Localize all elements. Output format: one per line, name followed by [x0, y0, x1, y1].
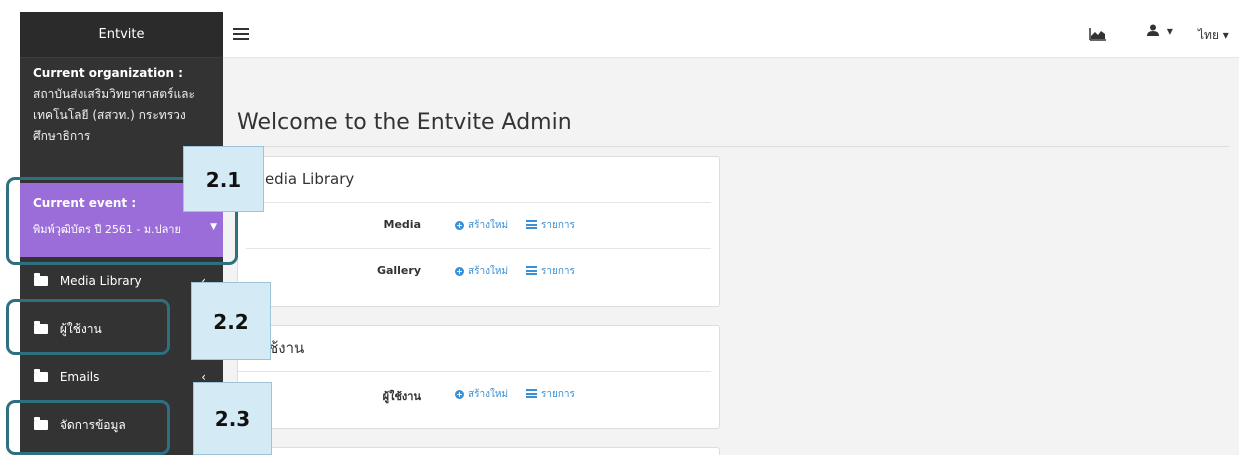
- admin-page: Entvite Current organization : สถาบันส่ง…: [0, 0, 1239, 455]
- user-menu[interactable]: ▾: [1147, 24, 1173, 38]
- sidebar-item-label: Emails: [59, 370, 100, 384]
- panel-row-media: Media + สร้างใหม่ รายการ: [246, 203, 711, 249]
- create-new-link[interactable]: + สร้างใหม่: [455, 218, 508, 233]
- highlight-ring-data: [6, 400, 170, 455]
- callout-label: 2.3: [193, 382, 272, 455]
- folder-icon: [34, 273, 48, 286]
- row-name: ผู้ใช้งาน: [382, 390, 421, 403]
- folder-icon: [34, 369, 48, 382]
- list-link[interactable]: รายการ: [526, 218, 575, 233]
- panel-next: [237, 447, 720, 455]
- panel-media-library: Media Library Media + สร้างใหม่ รายการ Ga…: [237, 156, 720, 307]
- language-dropdown[interactable]: ไทย ▾: [1198, 26, 1229, 45]
- sidebar-item-label: Media Library: [59, 274, 142, 288]
- divider: [237, 146, 1229, 147]
- hamburger-icon[interactable]: [233, 28, 249, 41]
- page-title: Welcome to the Entvite Admin: [237, 110, 572, 135]
- caret-down-icon: ▾: [1166, 24, 1173, 38]
- callout-label: 2.2: [191, 282, 271, 360]
- app-title[interactable]: Entvite: [20, 12, 223, 58]
- main-content: Welcome to the Entvite Admin Media Libra…: [223, 58, 1239, 455]
- panel-title: Media Library: [238, 157, 711, 203]
- plus-circle-icon: +: [455, 267, 464, 276]
- panel-users: ผู้ใช้งาน ผู้ใช้งาน + สร้างใหม่ รายการ: [237, 325, 720, 429]
- organization-label: Current organization :: [33, 66, 183, 80]
- panel-title: ผู้ใช้งาน: [238, 326, 711, 372]
- row-name: Gallery: [376, 264, 421, 277]
- top-navbar: ▾ ไทย ▾: [223, 12, 1239, 58]
- callout-label: 2.1: [183, 146, 264, 212]
- panel-row-users: ผู้ใช้งาน + สร้างใหม่ รายการ: [246, 372, 711, 418]
- plus-circle-icon: +: [455, 390, 464, 399]
- list-icon: [526, 220, 537, 229]
- panel-row-gallery: Gallery + สร้างใหม่ รายการ: [246, 249, 711, 295]
- create-new-link[interactable]: + สร้างใหม่: [455, 264, 508, 279]
- row-name: Media: [383, 218, 421, 231]
- list-link[interactable]: รายการ: [526, 387, 575, 402]
- user-icon: [1147, 24, 1159, 36]
- organization-value: สถาบันส่งเสริมวิทยาศาสตร์และเทคโนโลยี (ส…: [33, 87, 195, 143]
- create-new-link[interactable]: + สร้างใหม่: [455, 387, 508, 402]
- list-icon: [526, 389, 537, 398]
- area-chart-icon[interactable]: [1089, 27, 1107, 41]
- list-icon: [526, 266, 537, 275]
- list-link[interactable]: รายการ: [526, 264, 575, 279]
- highlight-ring-users: [6, 299, 170, 355]
- plus-circle-icon: +: [455, 221, 464, 230]
